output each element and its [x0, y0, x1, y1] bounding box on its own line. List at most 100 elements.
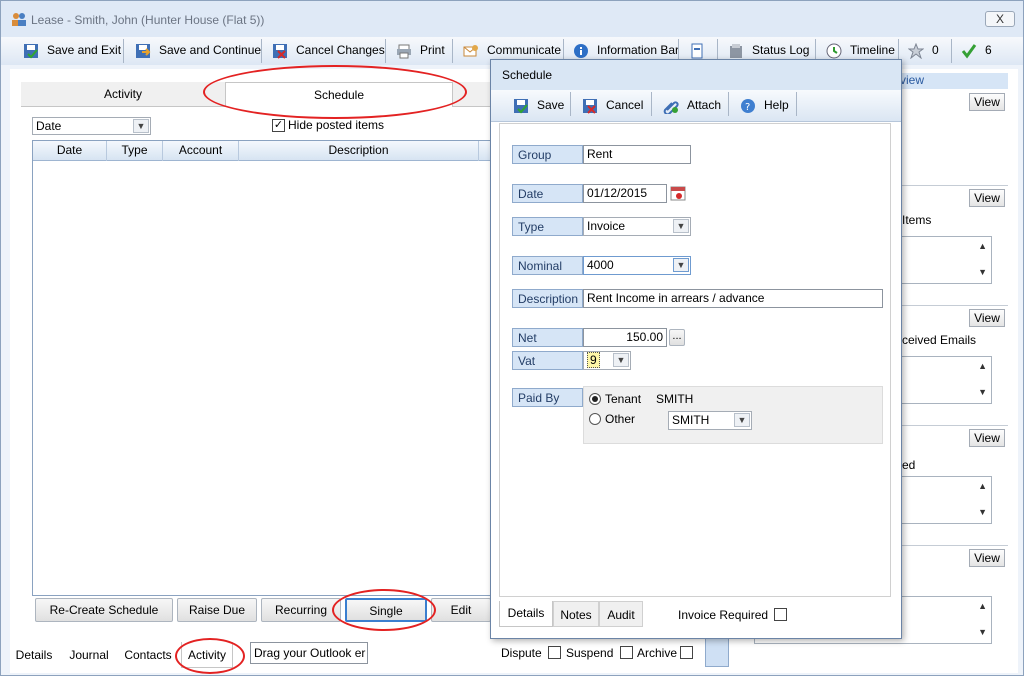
annotation-circle-activity — [175, 638, 245, 674]
help-label: Help — [764, 98, 789, 112]
status-log-icon — [730, 44, 742, 58]
date-field[interactable]: 01/12/2015 — [583, 184, 667, 203]
info-strip — [705, 637, 729, 667]
star-icon — [908, 43, 924, 59]
invoice-required-label: Invoice Required — [678, 608, 769, 622]
tenant-name: SMITH — [656, 392, 694, 406]
invoice-required-checkbox[interactable] — [774, 608, 787, 621]
nominal-value: 4000 — [587, 258, 614, 272]
dialog-body: Group Rent Date 01/12/2015 Type Invoice … — [499, 123, 891, 597]
recurring-button[interactable]: Recurring — [261, 598, 341, 622]
type-select[interactable]: Invoice ▼ — [583, 217, 691, 236]
save-exit-button[interactable]: Save and Exit — [23, 37, 122, 65]
save-icon — [136, 44, 151, 58]
save-continue-button[interactable]: Save and Continue — [135, 37, 261, 65]
group-field[interactable]: Rent — [583, 145, 691, 164]
schedule-grid[interactable]: Date Type Account Description — [32, 140, 492, 596]
recreate-schedule-button[interactable]: Re-Create Schedule — [35, 598, 173, 622]
ed-fragment: ed — [902, 458, 916, 472]
chevron-down-icon[interactable]: ▼ — [673, 219, 689, 233]
help-button[interactable]: ? Help — [740, 92, 790, 120]
save-icon — [24, 44, 38, 59]
view-button-3[interactable]: View — [969, 309, 1005, 327]
column-header-type[interactable]: Type — [107, 141, 163, 161]
check-counter[interactable]: 6 — [961, 37, 996, 65]
description-label: Description — [512, 289, 583, 308]
suspend-checkbox[interactable] — [620, 646, 633, 659]
clock-icon — [826, 43, 842, 59]
outlook-drop-field[interactable]: Drag your Outlook er — [250, 642, 368, 664]
column-header-date[interactable]: Date — [33, 141, 107, 161]
nominal-label: Nominal — [512, 256, 583, 275]
view-button-1[interactable]: View — [969, 93, 1005, 111]
paid-by-label: Paid By — [512, 388, 583, 407]
vat-label: Vat — [512, 351, 583, 370]
tab-activity[interactable]: Activity — [21, 82, 225, 107]
hide-posted-label: Hide posted items — [288, 118, 385, 132]
grid-header: Date Type Account Description — [33, 141, 491, 161]
dialog-tab-audit[interactable]: Audit — [599, 601, 643, 627]
column-header-account[interactable]: Account — [163, 141, 239, 161]
edit-button[interactable]: Edit — [431, 598, 491, 622]
net-calculator-button[interactable]: ... — [669, 329, 685, 346]
description-field[interactable]: Rent Income in arrears / advance — [583, 289, 883, 308]
window-title: Lease - Smith, John (Hunter House (Flat … — [31, 13, 265, 27]
hide-posted-checkbox[interactable]: ✓ — [272, 119, 285, 132]
raise-due-button[interactable]: Raise Due — [177, 598, 257, 622]
tab-contacts[interactable]: Contacts — [119, 642, 177, 668]
view-button-4[interactable]: View — [969, 429, 1005, 447]
close-button[interactable]: X — [985, 11, 1015, 27]
chevron-down-icon[interactable]: ▼ — [613, 353, 629, 367]
tenant-label: Tenant — [605, 392, 642, 406]
info-icon — [574, 44, 588, 58]
attach-button[interactable]: Attach — [663, 92, 723, 120]
chevron-down-icon[interactable]: ▼ — [133, 119, 149, 133]
dialog-cancel-button[interactable]: Cancel — [582, 92, 643, 120]
dialog-save-button[interactable]: Save — [513, 92, 565, 120]
column-header-description[interactable]: Description — [239, 141, 479, 161]
dialog-toolbar: Save Cancel Attach ? Help — [491, 90, 901, 122]
emails-fragment: ceived Emails — [902, 333, 977, 347]
dialog-save-label: Save — [537, 98, 565, 112]
archive-label: Archive — [637, 646, 678, 660]
net-field[interactable]: 150.00 — [583, 328, 667, 347]
save-exit-label: Save and Exit — [47, 43, 122, 57]
vat-select[interactable]: 9 ▼ — [583, 351, 631, 370]
main-window: Lease - Smith, John (Hunter House (Flat … — [0, 0, 1024, 676]
schedule-dialog: Schedule Save Cancel Attach ? Help Group… — [490, 59, 902, 639]
group-label: Group — [512, 145, 583, 164]
dialog-title: Schedule — [491, 60, 901, 90]
nominal-select[interactable]: 4000 ▼ — [583, 256, 691, 275]
tenant-radio[interactable] — [589, 393, 601, 405]
attach-label: Attach — [687, 98, 722, 112]
help-icon: ? — [741, 99, 755, 113]
tab-details[interactable]: Details — [10, 642, 58, 668]
other-select[interactable]: SMITH ▼ — [668, 411, 752, 430]
dialog-tab-notes[interactable]: Notes — [553, 601, 599, 627]
save-icon — [514, 99, 528, 114]
print-button[interactable]: Print — [396, 37, 446, 65]
dispute-checkbox[interactable] — [548, 646, 561, 659]
document-icon — [691, 43, 703, 59]
chevron-down-icon[interactable]: ▼ — [734, 413, 750, 427]
archive-checkbox[interactable] — [680, 646, 693, 659]
net-label: Net — [512, 328, 583, 347]
dialog-tab-details[interactable]: Details — [499, 601, 553, 627]
chevron-down-icon[interactable]: ▼ — [673, 258, 689, 272]
sort-select[interactable]: Date ▼ — [32, 117, 151, 135]
cancel-changes-button[interactable]: Cancel Changes — [272, 37, 385, 65]
other-radio[interactable] — [589, 413, 601, 425]
check-count: 6 — [985, 43, 992, 57]
suspend-label: Suspend — [566, 646, 614, 660]
checkmark-icon — [961, 44, 977, 59]
annotation-circle-schedule — [203, 65, 467, 119]
calendar-icon[interactable] — [670, 185, 686, 201]
view-button-5[interactable]: View — [969, 549, 1005, 567]
other-value: SMITH — [672, 413, 710, 427]
lease-app-icon — [12, 13, 26, 26]
view-button-2[interactable]: View — [969, 189, 1005, 207]
sort-value: Date — [36, 119, 62, 133]
tab-journal[interactable]: Journal — [63, 642, 115, 668]
star-counter[interactable]: 0 — [908, 37, 943, 65]
save-continue-label: Save and Continue — [159, 43, 262, 57]
